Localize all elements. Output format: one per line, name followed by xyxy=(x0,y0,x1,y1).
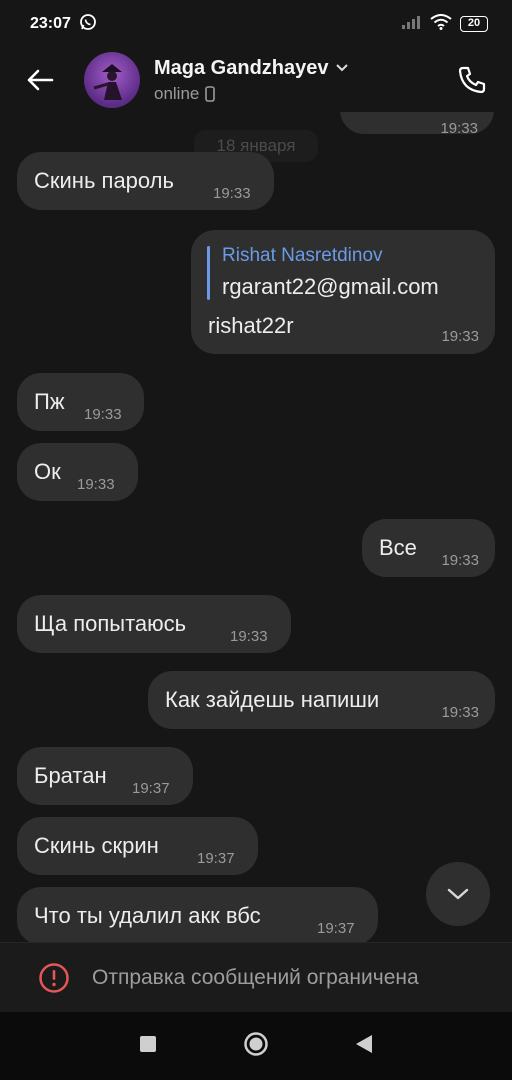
message-time: 19:37 xyxy=(132,780,170,797)
message-bubble-incoming[interactable]: Скинь пароль 19:33 xyxy=(17,152,274,210)
status-label: online xyxy=(154,83,200,103)
restriction-banner: Отправка сообщений ограничена xyxy=(0,942,512,1012)
message-bubble-incoming[interactable]: Пж 19:33 xyxy=(17,373,144,431)
avatar[interactable] xyxy=(84,52,140,108)
message-time: 19:33 xyxy=(213,185,251,202)
message-text: Братан xyxy=(34,763,107,788)
triangle-nav-icon[interactable] xyxy=(355,1034,373,1059)
message-text: Скинь пароль xyxy=(34,168,174,193)
message-bubble-incoming[interactable]: Ок 19:33 xyxy=(17,443,138,501)
restriction-text: Отправка сообщений ограничена xyxy=(92,965,419,989)
phone-device-icon xyxy=(205,85,216,102)
message-bubble-partial[interactable]: 19:33 xyxy=(340,112,494,137)
call-button[interactable] xyxy=(450,58,494,102)
message-time: 19:33 xyxy=(440,120,478,137)
message-time: 19:37 xyxy=(317,920,355,937)
contact-status: online xyxy=(154,84,450,104)
battery-indicator: 20 xyxy=(460,16,488,32)
message-text: Как зайдешь напиши xyxy=(165,687,380,712)
message-time: 19:37 xyxy=(197,850,235,867)
back-arrow-icon xyxy=(27,69,54,91)
whatsapp-icon xyxy=(79,13,97,36)
phone-icon xyxy=(458,66,486,94)
message-time: 19:33 xyxy=(441,328,479,345)
message-text: Все xyxy=(379,535,417,560)
alert-icon xyxy=(39,962,69,993)
scroll-down-icon xyxy=(447,888,469,900)
signal-icon xyxy=(402,15,422,34)
message-text: Ок xyxy=(34,459,61,484)
scroll-down-button[interactable] xyxy=(426,862,490,926)
chat-header: Maga Gandzhayev online xyxy=(0,48,512,112)
back-button[interactable] xyxy=(20,60,60,100)
status-bar: 23:07 20 xyxy=(0,0,512,48)
message-bubble-incoming[interactable]: Что ты удалил акк вбс 19:37 xyxy=(17,887,378,942)
contact-name-label: Maga Gandzhayev xyxy=(154,56,329,79)
circle-nav-icon[interactable] xyxy=(243,1031,269,1062)
contact-name[interactable]: Maga Gandzhayev xyxy=(154,57,450,80)
message-bubble-incoming[interactable]: Братан 19:37 xyxy=(17,747,193,805)
message-text: Пж xyxy=(34,389,65,414)
chevron-down-icon xyxy=(335,64,348,72)
message-bubble-incoming[interactable]: Скинь скрин 19:37 xyxy=(17,817,258,875)
reply-bar xyxy=(207,246,210,300)
message-time: 19:33 xyxy=(77,476,115,493)
message-text: rishat22r xyxy=(208,313,294,338)
message-bubble-outgoing[interactable]: Все 19:33 xyxy=(362,519,495,577)
message-time: 19:33 xyxy=(441,552,479,569)
wifi-icon xyxy=(430,13,452,35)
message-time: 19:33 xyxy=(441,704,479,721)
message-time: 19:33 xyxy=(230,628,268,645)
message-bubble-outgoing[interactable]: Как зайдешь напиши 19:33 xyxy=(148,671,495,729)
system-nav-bar xyxy=(0,1012,512,1080)
square-nav-icon[interactable] xyxy=(139,1035,157,1058)
reply-author: Rishat Nasretdinov xyxy=(222,245,383,266)
message-bubble-incoming[interactable]: Ща попытаюсь 19:33 xyxy=(17,595,291,653)
clock: 23:07 xyxy=(30,15,71,32)
message-text: Ща попытаюсь xyxy=(34,611,187,636)
message-time: 19:33 xyxy=(84,406,122,423)
message-list[interactable]: 19:33 18 января Скинь пароль 19:33 Risha… xyxy=(0,112,512,942)
reply-text: rgarant22@gmail.com xyxy=(222,274,439,299)
message-bubble-outgoing-reply[interactable]: Rishat Nasretdinov rgarant22@gmail.com r… xyxy=(191,230,495,354)
message-text: Что ты удалил акк вбс xyxy=(34,903,261,928)
message-text: Скинь скрин xyxy=(34,833,159,858)
